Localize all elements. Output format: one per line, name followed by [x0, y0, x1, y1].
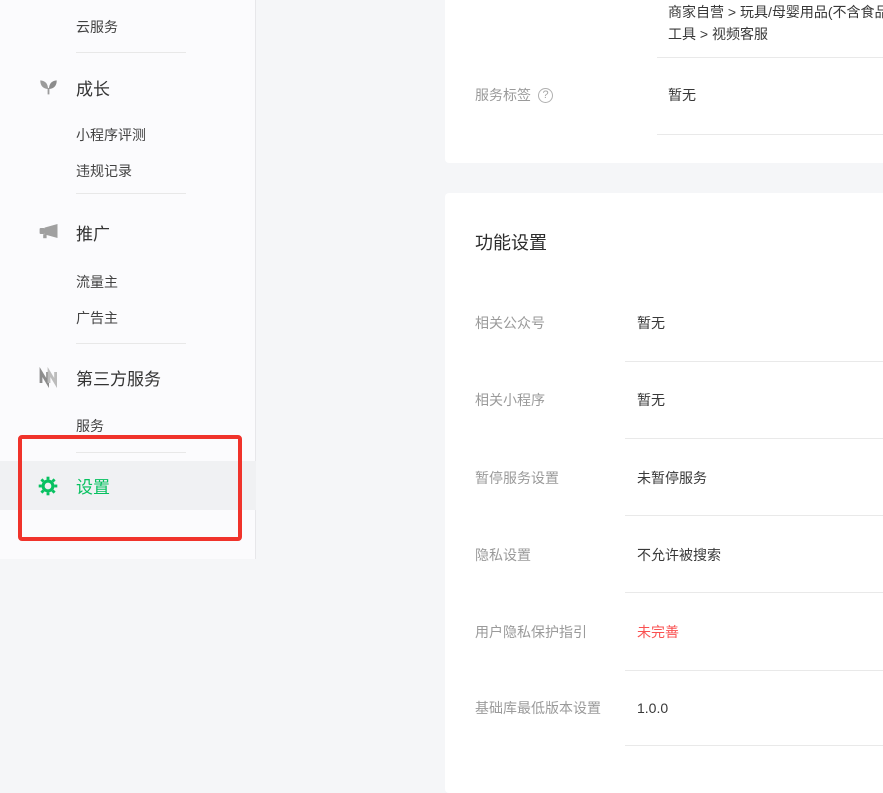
- sidebar-item-cloud-service[interactable]: 云服务: [76, 17, 118, 37]
- sidebar-item-violation-records[interactable]: 违规记录: [76, 161, 132, 181]
- sidebar-item-advertiser[interactable]: 广告主: [76, 308, 118, 328]
- sidebar-item-mini-program-evaluation[interactable]: 小程序评测: [76, 125, 146, 145]
- megaphone-icon: [38, 222, 59, 243]
- field-value-privacy-setting: 不允许被搜索: [637, 545, 721, 565]
- sidebar-item-label: 违规记录: [76, 163, 132, 179]
- sidebar-divider: [76, 452, 186, 453]
- sidebar-divider: [76, 343, 186, 344]
- field-value-pause-service: 未暂停服务: [637, 468, 707, 488]
- sidebar-item-label: 流量主: [76, 274, 118, 290]
- sidebar-item-label: 设置: [76, 473, 110, 498]
- field-label-text: 服务标签: [475, 85, 531, 105]
- sidebar-item-label: 服务: [76, 418, 104, 434]
- sidebar-item-traffic-monetization[interactable]: 流量主: [76, 272, 118, 292]
- row-divider: [625, 515, 883, 516]
- field-label-service-category: 服务类目: [475, 0, 531, 1]
- sidebar-item-third-party-services[interactable]: 第三方服务: [38, 364, 161, 390]
- field-value-related-official-account: 暂无: [637, 313, 665, 333]
- help-icon[interactable]: ?: [538, 88, 553, 103]
- sprout-icon: [38, 77, 59, 98]
- row-divider: [625, 592, 883, 593]
- card-title: 功能设置: [475, 229, 547, 255]
- sidebar-item-services[interactable]: 服务: [76, 416, 104, 436]
- sidebar-item-label: 云服务: [76, 19, 118, 35]
- field-label-related-official-account: 相关公众号: [475, 313, 545, 333]
- row-divider: [657, 57, 883, 58]
- field-value-min-base-library-version: 1.0.0: [637, 698, 668, 718]
- field-label-service-tags: 服务标签 ?: [475, 85, 553, 105]
- sidebar-divider: [76, 52, 186, 53]
- sidebar-item-label: 成长: [76, 75, 110, 100]
- app-root: { "colors": { "accent-green": "#07c160",…: [0, 0, 883, 754]
- field-label-min-base-library-version: 基础库最低版本设置: [475, 698, 601, 718]
- field-value-user-privacy-guideline: 未完善: [637, 622, 679, 642]
- field-label-related-mini-program: 相关小程序: [475, 390, 545, 410]
- function-settings-card: 功能设置 相关公众号 暂无 相关小程序 暂无 暂停服务设置 未暂停服务 隐私设置…: [445, 193, 883, 793]
- field-label-privacy-setting: 隐私设置: [475, 545, 531, 565]
- third-party-icon: [38, 367, 59, 388]
- gear-icon: [38, 476, 58, 496]
- category-line-2: 工具 > 视频客服: [668, 23, 883, 45]
- row-divider: [657, 134, 883, 135]
- sidebar-item-settings[interactable]: 设置: [0, 461, 256, 510]
- sidebar-item-promotion[interactable]: 推广: [38, 219, 110, 245]
- row-divider: [625, 745, 883, 746]
- row-divider: [625, 670, 883, 671]
- field-label-text: 服务类目: [475, 0, 531, 1]
- field-value-related-mini-program: 暂无: [637, 390, 665, 410]
- sidebar: 云服务 成长 小程序评测 违规记录 推广 流量主 广告主: [0, 0, 256, 559]
- sidebar-item-growth[interactable]: 成长: [38, 74, 110, 100]
- service-info-card: 服务类目 商家自营 > 玩具/母婴用品(不含食品 工具 > 视频客服 服务标签 …: [445, 0, 883, 163]
- sidebar-item-label: 推广: [76, 220, 110, 245]
- sidebar-item-label: 第三方服务: [76, 365, 161, 390]
- field-value-service-tags: 暂无: [668, 85, 696, 105]
- field-value-service-category: 商家自营 > 玩具/母婴用品(不含食品 工具 > 视频客服: [668, 1, 883, 45]
- row-divider: [625, 438, 883, 439]
- sidebar-item-label: 小程序评测: [76, 127, 146, 143]
- sidebar-divider: [76, 193, 186, 194]
- sidebar-item-label: 广告主: [76, 310, 118, 326]
- row-divider: [625, 361, 883, 362]
- field-label-user-privacy-guideline: 用户隐私保护指引: [475, 622, 587, 642]
- category-line-1: 商家自营 > 玩具/母婴用品(不含食品: [668, 1, 883, 23]
- field-label-pause-service: 暂停服务设置: [475, 468, 559, 488]
